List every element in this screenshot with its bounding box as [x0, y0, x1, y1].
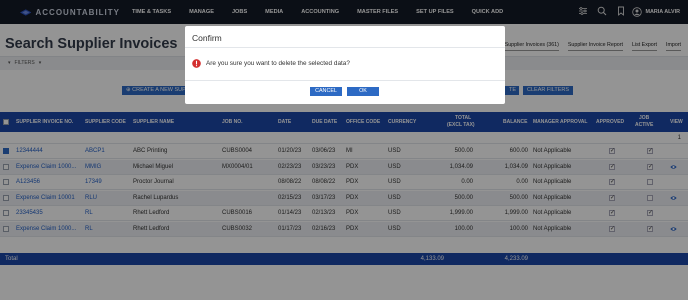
dialog-footer-divider	[185, 80, 505, 81]
dialog-title: Confirm	[192, 33, 222, 43]
warning-icon	[192, 59, 201, 68]
confirm-dialog: Confirm Are you sure you want to delete …	[185, 26, 505, 104]
cancel-button[interactable]: CANCEL	[310, 87, 342, 96]
ok-button[interactable]: OK	[347, 87, 379, 96]
dialog-divider	[185, 47, 505, 48]
dialog-message: Are you sure you want to delete the sele…	[206, 60, 350, 67]
